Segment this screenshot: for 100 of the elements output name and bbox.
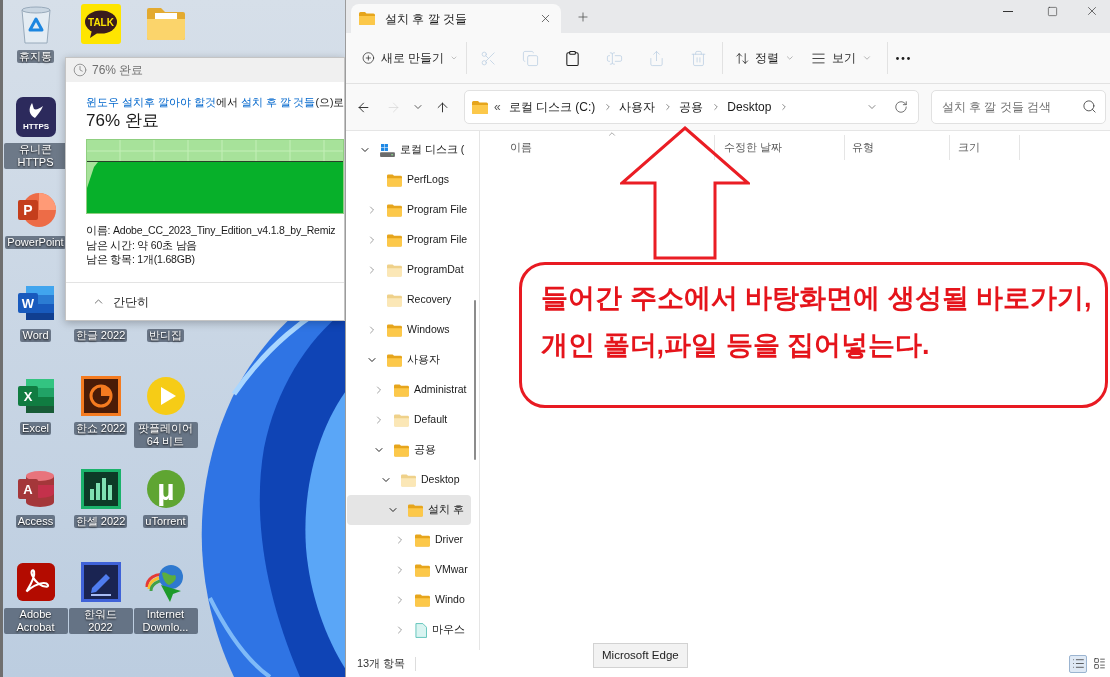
tree-item[interactable]: 공용 (347, 435, 471, 465)
tree-item[interactable]: 설치 후 (347, 495, 471, 525)
icon-label[interactable]: Word (20, 329, 51, 342)
breadcrumb-item[interactable]: 로컬 디스크 (C:) (507, 98, 597, 116)
tree-item[interactable]: Program File (347, 195, 471, 225)
folder-icon (387, 263, 402, 277)
https-app-icon[interactable]: HTTPS (15, 97, 56, 137)
tree-item[interactable]: Recovery (347, 285, 471, 315)
tree-item[interactable]: Driver (347, 525, 471, 555)
search-icon (1082, 99, 1097, 114)
tree-item[interactable]: Desktop (347, 465, 471, 495)
detail-text: 이름: Adobe_CC_2023_Tiny_Edition_v4.1.8_by_Remiz (86, 223, 337, 238)
tree-item[interactable]: VMwar (347, 555, 471, 585)
breadcrumb-item[interactable]: 사용자 (618, 98, 657, 116)
dialog-title: 76% 완료 (92, 62, 144, 79)
breadcrumb-item[interactable]: 공용 (678, 98, 705, 116)
annotation-text: 들어간 주소에서 바탕화면에 생성될 바로가기, (541, 282, 1093, 315)
icon-label[interactable]: PowerPoint (5, 236, 66, 249)
folder-icon (408, 503, 423, 517)
icon-label[interactable]: 팟플레이어 64 비트 (133, 422, 198, 448)
folder-link[interactable]: 윈도우 설치후 깔아야 할것 (86, 96, 216, 108)
ribbon-tile-icon[interactable] (16, 563, 55, 601)
folder-icon (394, 413, 409, 427)
plus-icon (576, 10, 590, 24)
folder-icon (387, 353, 402, 367)
recycle-bin-icon[interactable] (18, 4, 53, 44)
overflow-button[interactable]: « (492, 98, 503, 116)
detail-text: 남은 항목: 1개(1.68GB) (86, 252, 196, 267)
clock-icon (73, 63, 87, 77)
file-icon (415, 622, 427, 638)
view-button[interactable]: 보기 (805, 42, 873, 74)
breadcrumb-item[interactable]: Desktop (726, 98, 773, 116)
icon-label[interactable]: 휴지통 (17, 50, 54, 63)
caret-icon (862, 53, 872, 63)
folder-icon (387, 203, 402, 217)
column-header[interactable]: 수정한 날짜 (715, 135, 845, 160)
copy-description: 윈도우 설치후 깔아야 할것에서 설치 후 깔 것들(으)로 (86, 95, 344, 110)
bar-chart-app-icon[interactable] (80, 469, 121, 509)
icon-label[interactable]: 반디집 (147, 329, 184, 342)
folder-icon (394, 443, 409, 457)
tree-item[interactable]: Default (347, 405, 471, 435)
sort-button[interactable]: 정렬 (729, 42, 795, 74)
icon-label[interactable]: Internet Downlo... (133, 608, 198, 634)
address-bar[interactable]: « 로컬 디스크 (C:) 사용자 공용 Desktop (464, 90, 919, 124)
column-header[interactable]: 유형 (845, 135, 950, 160)
tree-item[interactable]: Windows (347, 315, 471, 345)
scrollbar-thumb[interactable] (474, 300, 477, 460)
folder-icon (415, 563, 430, 577)
maximize-icon (1046, 5, 1058, 17)
tree-item[interactable]: Windo (347, 585, 471, 615)
chat-bubble-icon[interactable]: TALK (80, 4, 121, 44)
annotation-text: 개인 폴더,파일 등을 집어넣는다. (541, 329, 931, 362)
icon-label[interactable]: 한글 2022 (73, 329, 128, 342)
folder-icon (359, 12, 375, 25)
folder-icon (387, 173, 402, 187)
pie-chart-app-icon[interactable] (80, 376, 121, 416)
new-button[interactable]: 새로 만들기 (355, 42, 458, 74)
close-icon (1085, 4, 1099, 18)
item-count: 13개 항목 (357, 656, 406, 672)
icon-label[interactable]: Adobe Acrobat (3, 608, 68, 634)
caret-icon (785, 53, 795, 63)
lines-icon (811, 50, 826, 66)
folder-icon[interactable] (145, 7, 186, 41)
icon-label[interactable]: uTorrent (143, 515, 188, 528)
folder-icon (401, 473, 416, 487)
folder-icon (387, 323, 402, 337)
tree-item[interactable]: PerfLogs (347, 165, 471, 195)
tree-item[interactable]: Administrat (347, 375, 471, 405)
icon-label[interactable]: 한워드 2022 (68, 608, 133, 634)
folder-link[interactable]: 설치 후 깔 것들 (240, 96, 316, 108)
icon-label[interactable]: Access (15, 515, 56, 528)
tree-item[interactable]: 로컬 디스크 ( (347, 135, 471, 165)
tree-item[interactable]: 사용자 (347, 345, 471, 375)
folder-icon (415, 593, 430, 607)
collapse-button[interactable]: 간단히 (88, 288, 153, 315)
tree-item[interactable]: ProgramDat (347, 255, 471, 285)
tab[interactable]: 설치 후 깔 것들 (351, 4, 561, 33)
sort-arrows-icon (735, 50, 750, 66)
icon-label[interactable]: 한쇼 2022 (73, 422, 128, 435)
folder-icon (415, 533, 430, 547)
icon-label[interactable]: 유니콘 HTTPS (3, 143, 68, 169)
tooltip: Microsoft Edge (593, 643, 688, 668)
play-button-icon[interactable] (145, 376, 186, 416)
tiles-view-icon (1092, 657, 1106, 670)
progress-text: 76% 완료 (86, 111, 160, 131)
plus-circle-icon (362, 50, 375, 66)
details-view-button[interactable] (1069, 654, 1087, 673)
pen-app-icon[interactable] (80, 562, 121, 602)
search-field[interactable]: 설치 후 깔 것들 검색 (931, 90, 1106, 124)
tree-item[interactable]: Program File (347, 225, 471, 255)
drive-icon (380, 143, 395, 157)
icon-label[interactable]: 한셀 2022 (73, 515, 128, 528)
column-header[interactable]: 크기 (950, 135, 1020, 160)
minimize-icon (1003, 10, 1013, 12)
folder-icon (394, 383, 409, 397)
column-header[interactable]: 이름 (480, 135, 715, 160)
details-view-icon (1071, 657, 1085, 670)
folder-icon (387, 233, 402, 247)
folder-icon (472, 100, 488, 114)
tree-item[interactable]: 마우스 (347, 615, 471, 645)
